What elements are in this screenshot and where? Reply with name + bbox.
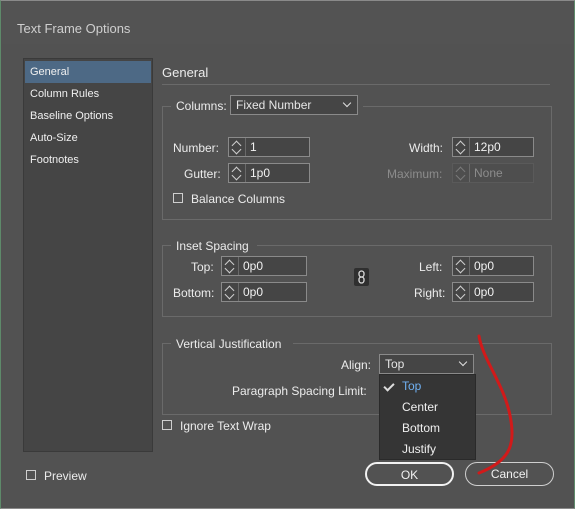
sidebar-item-general[interactable]: General bbox=[25, 61, 151, 83]
columns-type-value: Fixed Number bbox=[236, 98, 312, 112]
number-label: Number: bbox=[173, 141, 220, 155]
align-label: Align: bbox=[341, 358, 372, 372]
paragraph-spacing-limit-label: Paragraph Spacing Limit: bbox=[232, 384, 367, 398]
heading-divider bbox=[162, 84, 550, 85]
stepper-arrows-icon[interactable] bbox=[453, 257, 470, 275]
window-title: Text Frame Options bbox=[17, 21, 131, 36]
sidebar-item-column-rules[interactable]: Column Rules bbox=[25, 83, 151, 105]
stepper-arrows-icon[interactable] bbox=[222, 257, 239, 275]
inset-bottom-label: Bottom: bbox=[173, 286, 215, 300]
width-stepper[interactable]: 12p0 bbox=[452, 137, 534, 157]
gutter-value: 1p0 bbox=[250, 166, 271, 180]
columns-type-select[interactable]: Fixed Number bbox=[230, 95, 358, 115]
number-stepper[interactable]: 1 bbox=[228, 137, 310, 157]
width-value: 12p0 bbox=[474, 140, 501, 154]
section-heading: General bbox=[162, 65, 209, 80]
inset-spacing-title: Inset Spacing bbox=[176, 239, 249, 253]
align-value: Top bbox=[385, 357, 405, 371]
sidebar-item-footnotes[interactable]: Footnotes bbox=[25, 149, 151, 171]
chevron-down-icon bbox=[342, 98, 352, 108]
inset-left-value: 0p0 bbox=[474, 259, 495, 273]
vertical-justification-title: Vertical Justification bbox=[176, 337, 282, 351]
number-value: 1 bbox=[250, 140, 257, 154]
link-chain-icon[interactable] bbox=[354, 268, 369, 286]
align-select[interactable]: Top bbox=[379, 354, 474, 374]
dialog-window: Text Frame Options General Column Rules … bbox=[0, 0, 575, 509]
ok-button[interactable]: OK bbox=[365, 462, 454, 486]
inset-bottom-stepper[interactable]: 0p0 bbox=[221, 282, 307, 302]
checkmark-icon bbox=[383, 380, 395, 392]
gutter-label: Gutter: bbox=[184, 167, 221, 181]
preview-label: Preview bbox=[44, 469, 87, 483]
ignore-text-wrap-checkbox[interactable] bbox=[162, 420, 172, 430]
menu-item-bottom[interactable]: Bottom bbox=[380, 418, 475, 439]
inset-top-value: 0p0 bbox=[243, 259, 264, 273]
align-dropdown-menu: Top Center Bottom Justify bbox=[379, 374, 476, 460]
inset-right-stepper[interactable]: 0p0 bbox=[452, 282, 534, 302]
preview-checkbox[interactable] bbox=[26, 470, 36, 480]
stepper-arrows-icon[interactable] bbox=[453, 138, 470, 156]
stepper-arrows-icon bbox=[453, 164, 470, 182]
balance-columns-label: Balance Columns bbox=[191, 192, 286, 206]
sidebar-item-auto-size[interactable]: Auto-Size bbox=[25, 127, 151, 149]
stepper-arrows-icon[interactable] bbox=[222, 283, 239, 301]
menu-item-center[interactable]: Center bbox=[380, 397, 475, 418]
gutter-stepper[interactable]: 1p0 bbox=[228, 163, 310, 183]
maximum-value: None bbox=[474, 166, 503, 180]
stepper-arrows-icon[interactable] bbox=[229, 164, 246, 182]
maximum-label: Maximum: bbox=[387, 167, 443, 181]
inset-right-label: Right: bbox=[414, 286, 446, 300]
inset-top-stepper[interactable]: 0p0 bbox=[221, 256, 307, 276]
sidebar: General Column Rules Baseline Options Au… bbox=[23, 58, 153, 452]
menu-item-top[interactable]: Top bbox=[380, 376, 475, 397]
balance-columns-checkbox[interactable] bbox=[173, 193, 183, 203]
ignore-text-wrap-label: Ignore Text Wrap bbox=[180, 419, 271, 433]
maximum-stepper: None bbox=[452, 163, 534, 183]
red-annotation-stroke bbox=[477, 334, 514, 475]
inset-bottom-value: 0p0 bbox=[243, 285, 264, 299]
columns-label: Columns: bbox=[176, 99, 227, 113]
sidebar-item-baseline-options[interactable]: Baseline Options bbox=[25, 105, 151, 127]
width-label: Width: bbox=[409, 141, 444, 155]
inset-top-label: Top: bbox=[191, 260, 214, 274]
menu-item-justify[interactable]: Justify bbox=[380, 439, 475, 460]
inset-right-value: 0p0 bbox=[474, 285, 495, 299]
chevron-down-icon bbox=[458, 357, 468, 367]
inset-left-label: Left: bbox=[419, 260, 443, 274]
stepper-arrows-icon[interactable] bbox=[229, 138, 246, 156]
stepper-arrows-icon[interactable] bbox=[453, 283, 470, 301]
inset-left-stepper[interactable]: 0p0 bbox=[452, 256, 534, 276]
